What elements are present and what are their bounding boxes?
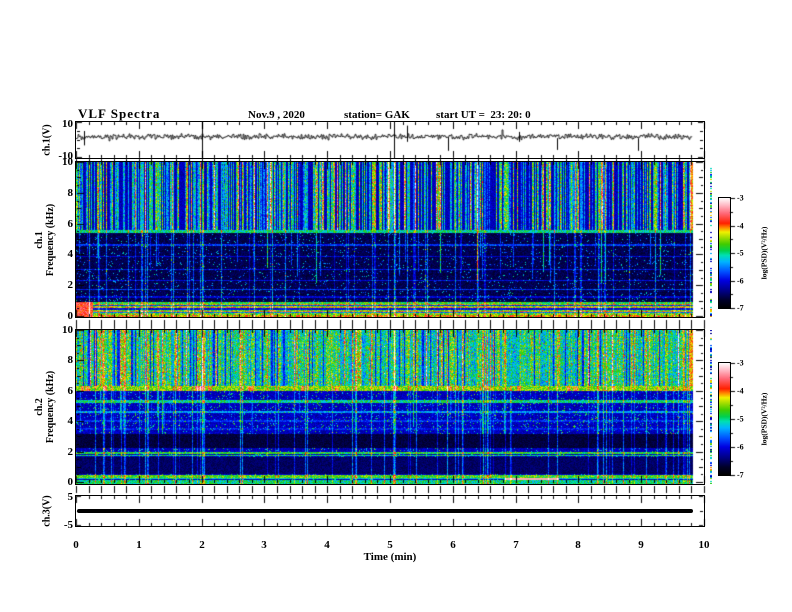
ch2-frequency-axis-label-line2: Frequency (kHz) bbox=[45, 371, 56, 443]
ch1-spectrogram-canvas bbox=[76, 162, 704, 317]
ch1-voltage-axis-label: ch.1(V) bbox=[42, 124, 53, 155]
ch2-frequency-tick-label: 4 bbox=[68, 415, 74, 427]
ch1-spectrogram-panel bbox=[75, 161, 705, 318]
ch1-frequency-tick-label: 10 bbox=[62, 156, 73, 168]
colorbar-tick-label: -5 bbox=[737, 415, 744, 424]
station-label: station= GAK bbox=[344, 109, 410, 121]
ch2-frequency-tick-label: 6 bbox=[68, 385, 74, 397]
colorbar-ch2-title: log(PSD)(V²/Hz) bbox=[760, 393, 769, 446]
figure-title: VLF Spectra bbox=[78, 106, 160, 122]
ch2-frequency-axis-label-line1: ch.2 bbox=[34, 371, 45, 443]
x-tick-label: 6 bbox=[450, 539, 456, 551]
ch2-frequency-tick-label: 0 bbox=[68, 476, 74, 488]
x-tick-label: 10 bbox=[699, 539, 710, 551]
colorbar-tick-label: -3 bbox=[737, 194, 744, 203]
ch3-voltage-axis-label: ch.3(V) bbox=[42, 495, 53, 526]
ch1-voltage-tick-label: 10 bbox=[62, 118, 73, 130]
ch2-frequency-tick-label: 10 bbox=[62, 324, 73, 336]
ch1-frequency-tick-label: 6 bbox=[68, 218, 74, 230]
ch1-waveform-canvas bbox=[76, 122, 704, 158]
figure-date: Nov.9 , 2020 bbox=[248, 109, 305, 121]
colorbar-tick-label: -6 bbox=[737, 443, 744, 452]
time-axis-label: Time (min) bbox=[364, 551, 417, 563]
ch3-voltage-tick-label: -5 bbox=[64, 519, 73, 531]
ch3-voltage-tick-label: 5 bbox=[68, 491, 74, 503]
colorbar-tick-label: -6 bbox=[737, 277, 744, 286]
x-tick-label: 9 bbox=[638, 539, 644, 551]
x-tick-label: 7 bbox=[513, 539, 519, 551]
x-tick-label: 4 bbox=[324, 539, 330, 551]
x-tick-label: 2 bbox=[199, 539, 205, 551]
x-tick-label: 0 bbox=[73, 539, 79, 551]
ch1-frequency-axis-label: ch.1 Frequency (kHz) bbox=[34, 204, 56, 276]
start-time-label: start UT = 23: 20: 0 bbox=[436, 109, 531, 121]
spectrum-edge-strip-ch1 bbox=[710, 162, 712, 317]
colorbar-tick-label: -4 bbox=[737, 222, 744, 231]
x-tick-label: 8 bbox=[575, 539, 581, 551]
ch1-frequency-axis-label-line1: ch.1 bbox=[34, 204, 45, 276]
x-tick-label: 5 bbox=[387, 539, 393, 551]
ch1-frequency-tick-label: 4 bbox=[68, 248, 74, 260]
colorbar-ch2 bbox=[718, 362, 731, 476]
ch2-frequency-axis-label: ch.2 Frequency (kHz) bbox=[34, 371, 56, 443]
colorbar-tick-label: -7 bbox=[737, 471, 744, 480]
x-tick-label: 1 bbox=[136, 539, 142, 551]
colorbar-tick-label: -4 bbox=[737, 387, 744, 396]
ch2-spectrogram-canvas bbox=[76, 330, 704, 484]
ch2-frequency-tick-label: 2 bbox=[68, 446, 74, 458]
ch3-flat-trace bbox=[77, 509, 693, 513]
colorbar-tick-label: -5 bbox=[737, 249, 744, 258]
ch1-frequency-tick-label: 8 bbox=[68, 187, 74, 199]
colorbar-ch1 bbox=[718, 197, 731, 309]
spectrum-edge-strip-ch2 bbox=[710, 330, 712, 484]
colorbar-ch1-title: log(PSD)(V²/Hz) bbox=[760, 227, 769, 280]
vlf-spectra-figure: VLF Spectra Nov.9 , 2020 station= GAK st… bbox=[0, 0, 792, 612]
colorbar-tick-label: -3 bbox=[737, 359, 744, 368]
colorbar-tick-label: -7 bbox=[737, 304, 744, 313]
ch1-frequency-tick-label: 2 bbox=[68, 279, 74, 291]
x-tick-label: 3 bbox=[261, 539, 267, 551]
ch2-spectrogram-panel bbox=[75, 329, 705, 485]
ch1-voltage-panel bbox=[75, 121, 705, 159]
ch1-frequency-axis-label-line2: Frequency (kHz) bbox=[45, 204, 56, 276]
ch1-frequency-tick-label: 0 bbox=[68, 310, 74, 322]
ch2-frequency-tick-label: 8 bbox=[68, 354, 74, 366]
